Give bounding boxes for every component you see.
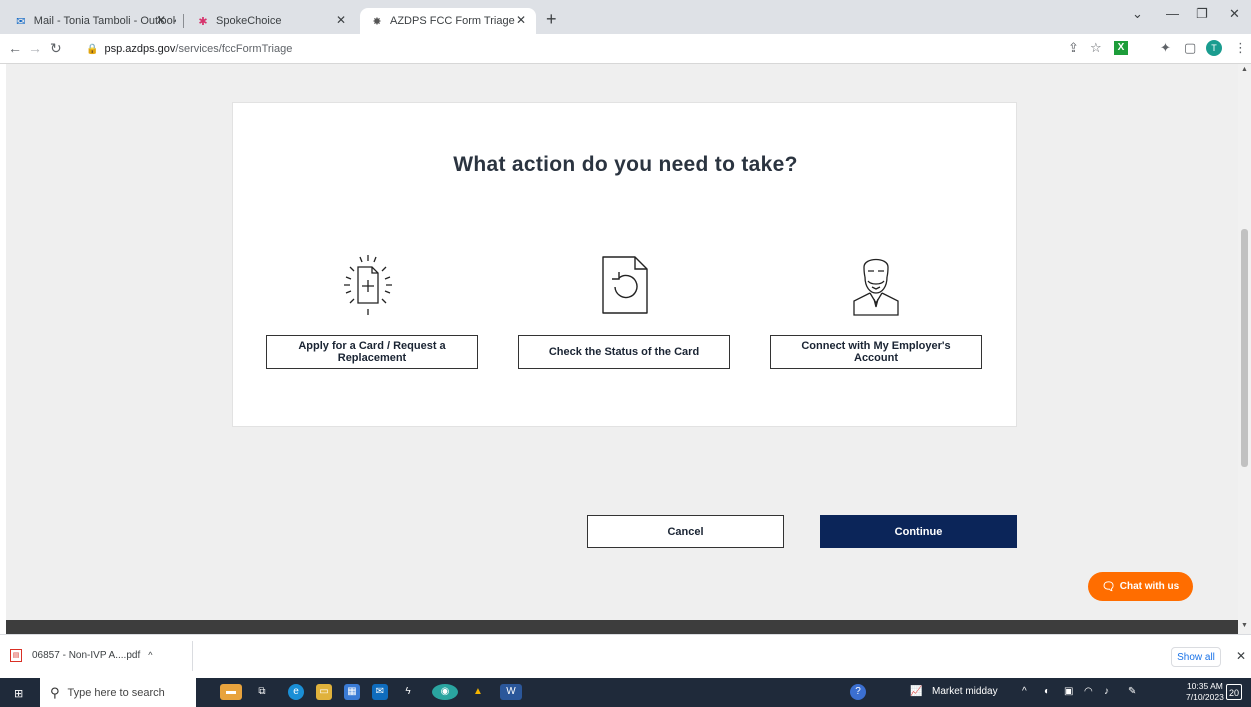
profile-avatar[interactable]: T xyxy=(1206,40,1222,56)
url-host: psp.azdps.gov xyxy=(104,43,176,55)
chat-bubble-icon: 🗨 xyxy=(1101,581,1116,593)
restore-icon[interactable]: ❐ xyxy=(1196,6,1208,22)
side-panel-icon[interactable]: ▢ xyxy=(1184,40,1196,56)
chat-with-us-button[interactable]: 🗨 Chat with us xyxy=(1088,572,1193,601)
chevron-up-icon[interactable]: ^ xyxy=(148,650,152,660)
download-filename: 06857 - Non-IVP A....pdf xyxy=(32,649,141,661)
file-explorer-icon[interactable]: ▭ xyxy=(316,684,332,700)
show-all-button[interactable]: Show all xyxy=(1171,647,1221,667)
download-item[interactable]: ▤ 06857 - Non-IVP A....pdf ^ xyxy=(10,645,152,665)
scrollbar-thumb[interactable] xyxy=(1241,229,1248,467)
forward-icon[interactable]: → xyxy=(28,40,42,56)
vertical-scrollbar[interactable]: ▲ ▼ xyxy=(1238,64,1251,634)
apply-card-option[interactable]: Apply for a Card / Request a Replacement xyxy=(266,335,478,369)
tab-outlook[interactable]: ✉ Mail - Tonia Tamboli - Outlook ✕ xyxy=(4,8,176,34)
store-icon[interactable]: ▦ xyxy=(344,684,360,700)
new-document-plus-icon xyxy=(344,255,392,315)
reload-icon[interactable]: ↻ xyxy=(50,40,62,57)
news-widget-text[interactable]: Market midday xyxy=(932,686,998,697)
triage-card: What action do you need to take? Apply f… xyxy=(232,102,1017,427)
new-tab-button[interactable]: + xyxy=(546,9,557,30)
volume-icon[interactable]: ♪ xyxy=(1104,686,1109,697)
stocks-widget-icon[interactable]: 📈 xyxy=(910,686,922,697)
scroll-down-icon[interactable]: ▼ xyxy=(1241,622,1248,629)
share-icon[interactable]: ⇪ xyxy=(1068,40,1079,56)
azdps-badge-icon: ✸ xyxy=(372,15,382,28)
google-drive-icon[interactable]: ▲ xyxy=(470,684,486,700)
page-footer-band xyxy=(6,620,1238,634)
minimize-icon[interactable]: — xyxy=(1166,6,1179,21)
chrome-browser-icon[interactable]: ◉ xyxy=(432,684,458,700)
mail-icon[interactable]: ✉ xyxy=(372,684,388,700)
url-path: /services/fccFormTriage xyxy=(175,43,293,55)
tray-chevron-icon[interactable]: ^ xyxy=(1022,686,1027,697)
tab-search-icon[interactable]: ⌄ xyxy=(1132,6,1143,22)
clock-date: 7/10/2023 xyxy=(1186,692,1224,702)
meet-now-icon[interactable]: ◐ xyxy=(1044,686,1050,697)
bookmark-star-icon[interactable]: ☆ xyxy=(1090,40,1102,56)
back-icon[interactable]: ← xyxy=(8,40,22,56)
taskbar-search-box[interactable]: ⚲ Type here to search xyxy=(40,678,196,707)
continue-button[interactable]: Continue xyxy=(820,515,1017,548)
help-icon[interactable]: ? xyxy=(850,684,866,700)
page-title: What action do you need to take? xyxy=(453,153,798,176)
taskbar-clock[interactable]: 10:35 AM 7/10/2023 xyxy=(1186,681,1224,703)
pen-icon[interactable]: ✎ xyxy=(1128,686,1136,697)
windows-taskbar: ⊞ ⚲ Type here to search ▬ ⧉ e ▭ ▦ ✉ ϟ ◉ … xyxy=(0,678,1251,707)
power-automate-icon[interactable]: ϟ xyxy=(400,684,416,700)
clock-time: 10:35 AM xyxy=(1186,681,1223,691)
tab-azdps-active[interactable]: ✸ AZDPS FCC Form Triage ✕ xyxy=(360,8,536,34)
connect-employer-option[interactable]: Connect with My Employer's Account xyxy=(770,335,982,369)
wifi-icon[interactable]: ◠ xyxy=(1084,686,1093,697)
document-status-refresh-icon xyxy=(602,256,648,314)
notification-center-icon[interactable]: 20 xyxy=(1226,684,1242,700)
search-icon: ⚲ xyxy=(50,684,60,700)
tab-title: AZDPS FCC Form Triage xyxy=(390,15,515,27)
spokechoice-icon: ✱ xyxy=(198,15,208,28)
download-bar: ▤ 06857 - Non-IVP A....pdf ^ Show all ✕ xyxy=(0,634,1251,678)
browser-tab-strip: ✉ Mail - Tonia Tamboli - Outlook ✕ ✱ Spo… xyxy=(0,0,1251,34)
extensions-puzzle-icon[interactable]: ✦ xyxy=(1160,40,1171,56)
chat-label: Chat with us xyxy=(1119,581,1180,592)
window-close-icon[interactable]: ✕ xyxy=(1229,6,1240,22)
tab-separator xyxy=(183,14,184,28)
lock-icon: 🔒 xyxy=(86,43,99,55)
download-separator xyxy=(192,641,193,671)
cancel-button[interactable]: Cancel xyxy=(587,515,784,548)
scroll-up-icon[interactable]: ▲ xyxy=(1241,66,1248,73)
close-icon[interactable]: ✕ xyxy=(336,13,346,27)
tab-title: Mail - Tonia Tamboli - Outlook xyxy=(33,15,176,27)
excel-extension-icon[interactable]: X xyxy=(1114,41,1128,55)
check-status-option[interactable]: Check the Status of the Card xyxy=(518,335,730,369)
outlook-icon: ✉ xyxy=(16,15,26,28)
address-bar[interactable]: 🔒 psp.azdps.gov /services/fccFormTriage xyxy=(86,38,1236,60)
pdf-file-icon: ▤ xyxy=(10,648,22,662)
task-view-icon[interactable]: ⧉ xyxy=(254,684,270,700)
windows-start-icon[interactable]: ⊞ xyxy=(14,687,23,700)
menu-kebab-icon[interactable]: ⋮ xyxy=(1234,40,1247,56)
close-download-bar-icon[interactable]: ✕ xyxy=(1236,649,1246,663)
word-app-icon[interactable]: W xyxy=(500,684,522,700)
tab-spokechoice[interactable]: ✱ SpokeChoice ✕ xyxy=(186,8,356,34)
employer-person-icon xyxy=(853,258,899,316)
tab-title: SpokeChoice xyxy=(216,15,282,27)
browser-toolbar: ← → ↻ 🔒 psp.azdps.gov /services/fccFormT… xyxy=(0,34,1251,64)
search-placeholder: Type here to search xyxy=(67,686,165,699)
edge-browser-icon[interactable]: e xyxy=(288,684,304,700)
page-background: What action do you need to take? Apply f… xyxy=(6,64,1238,620)
file-explorer-folder-icon[interactable]: ▬ xyxy=(220,684,242,700)
close-icon[interactable]: ✕ xyxy=(516,13,526,27)
close-icon[interactable]: ✕ xyxy=(156,13,166,27)
display-icon[interactable]: ▣ xyxy=(1064,686,1073,697)
